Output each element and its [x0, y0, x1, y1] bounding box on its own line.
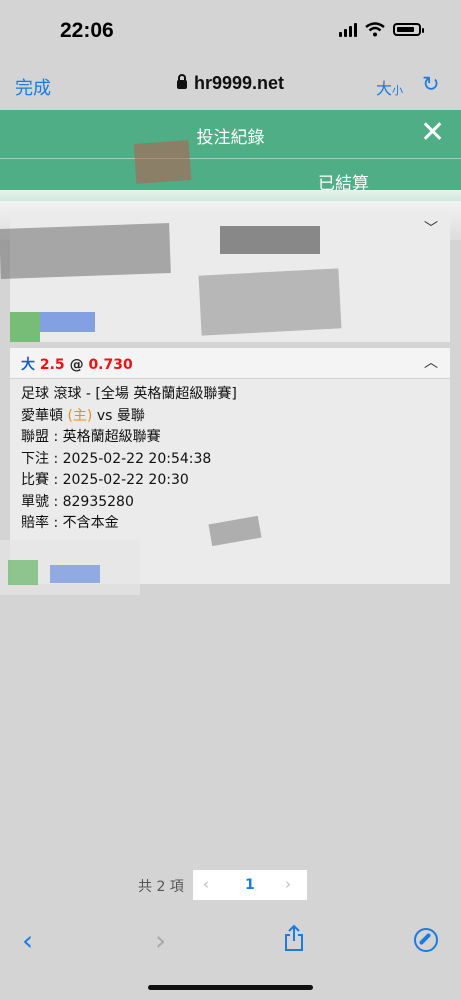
text-size-large: 大: [376, 79, 393, 98]
wifi-icon: [365, 22, 385, 37]
chevron-up-icon[interactable]: ︿: [424, 352, 438, 372]
home-marker: (主): [67, 407, 93, 424]
bet-teams: 愛華頓 (主) vs 曼聯: [21, 406, 237, 428]
chevron-left-icon[interactable]: ‹: [203, 875, 209, 893]
odds-type: 賠率 : 不含本金: [21, 515, 119, 531]
redaction-scribble: [10, 312, 40, 342]
redaction-scribble: [0, 223, 171, 279]
redaction-scribble: [50, 565, 100, 583]
bet-selection: 大 2.5 @ 0.730: [21, 354, 133, 374]
away-team: 曼聯: [116, 407, 145, 424]
redaction-scribble: [220, 226, 320, 254]
home-team: 愛華頓: [21, 407, 63, 424]
pagination: 共 2 項 ‹ 1 ›: [0, 870, 461, 900]
redaction-scribble: [198, 268, 342, 336]
bet-market: 足球 滾球 - [全場 英格蘭超級聯賽]: [21, 386, 237, 402]
selection-label: 大: [21, 357, 35, 373]
lock-icon: [176, 74, 187, 89]
redaction-scribble: [8, 560, 38, 585]
browser-bar: 完成 hr9999.net 大小 ↻: [0, 56, 461, 110]
home-indicator: [148, 985, 313, 990]
bet-time: 下注 : 2025-02-22 20:54:38: [21, 450, 212, 467]
bet-details: 足球 滾球 - [全場 英格蘭超級聯賽] 愛華頓 (主) vs 曼聯 聯盟 : …: [21, 384, 237, 535]
selection-odds: 0.730: [88, 357, 133, 373]
selection-line: 2.5: [39, 357, 65, 373]
reload-icon[interactable]: ↻: [422, 72, 440, 96]
url-text: hr9999.net: [193, 73, 285, 93]
text-size-small: 小: [392, 84, 404, 97]
at-symbol: @: [69, 357, 84, 373]
chevron-down-icon[interactable]: ﹀: [424, 218, 438, 238]
redaction-scribble: [133, 140, 192, 184]
modal-header: 投注紀錄 ✕: [0, 110, 461, 158]
page-selector: ‹ 1 ›: [193, 870, 307, 900]
forward-icon[interactable]: ›: [155, 924, 166, 957]
battery-icon: [393, 23, 424, 36]
chevron-right-icon[interactable]: ›: [285, 875, 291, 893]
ticket-number: 單號 : 82935280: [21, 493, 134, 510]
redaction-scribble: [40, 312, 95, 332]
modal-title: 投注紀錄: [196, 128, 265, 148]
current-page[interactable]: 1: [245, 877, 255, 893]
share-icon[interactable]: [282, 924, 306, 952]
bet-league: 聯盟 : 英格蘭超級聯賽: [21, 429, 161, 445]
match-time: 比賽 : 2025-02-22 20:30: [21, 472, 189, 488]
compass-icon[interactable]: [414, 928, 438, 952]
signal-icon: [339, 22, 357, 37]
vs-text: vs: [96, 407, 113, 424]
text-size-button[interactable]: 大小: [376, 75, 403, 99]
total-count: 共 2 項: [138, 879, 184, 895]
bet-card-header[interactable]: 大 2.5 @ 0.730 ︿: [10, 348, 450, 379]
status-time: 22:06: [60, 19, 114, 42]
close-icon[interactable]: ✕: [420, 116, 445, 150]
status-bar: 22:06: [0, 0, 461, 56]
back-icon[interactable]: ‹: [22, 924, 33, 957]
status-icons: [339, 22, 424, 37]
